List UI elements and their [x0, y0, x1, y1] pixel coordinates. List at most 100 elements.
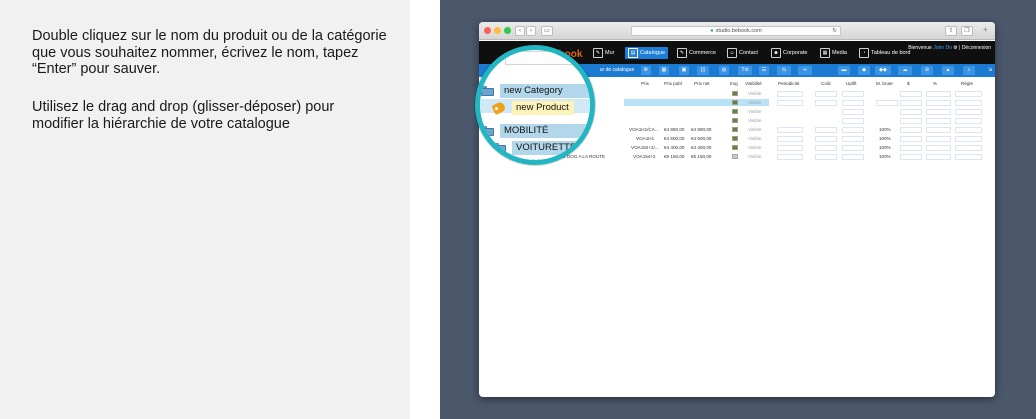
- text-tool-icon[interactable]: Txt: [738, 66, 752, 75]
- product-reference[interactable]: VOA1H1/CA...: [629, 127, 659, 132]
- uplift-field[interactable]: [842, 118, 864, 124]
- percent-field[interactable]: [926, 91, 951, 97]
- back-icon[interactable]: ‹: [515, 26, 525, 36]
- cost-field[interactable]: [815, 154, 837, 160]
- new-tab-icon[interactable]: +: [983, 25, 988, 34]
- tree-item-label[interactable]: MOBILITÉ: [500, 124, 590, 138]
- nav-catalogue[interactable]: ▤ Catalogue: [625, 47, 669, 59]
- product-reference[interactable]: VOA152+2/...: [631, 145, 659, 150]
- nav-commerce[interactable]: ✎ Commerce: [676, 47, 716, 59]
- gross-margin[interactable]: 100%: [879, 145, 891, 150]
- cost-field[interactable]: [815, 100, 837, 106]
- nav-media[interactable]: ▦ Media: [819, 47, 847, 59]
- uplift-field[interactable]: [842, 109, 864, 115]
- public-price[interactable]: €4 880,00: [664, 127, 684, 132]
- margin-field[interactable]: [876, 100, 898, 106]
- forward-icon[interactable]: ›: [526, 26, 536, 36]
- percent-field[interactable]: [926, 154, 951, 160]
- tree-item-product[interactable]: new Product: [491, 100, 590, 116]
- maximize-window-button[interactable]: [504, 27, 511, 34]
- close-window-button[interactable]: [484, 27, 491, 34]
- rule-field[interactable]: [955, 154, 982, 160]
- tree-item-category[interactable]: VOITURETTE: [483, 141, 590, 155]
- cost-field[interactable]: [815, 136, 837, 142]
- column-header[interactable]: Visibilité: [745, 81, 762, 86]
- periodicity-field[interactable]: [777, 91, 803, 97]
- visibility-value[interactable]: Visible: [748, 127, 761, 132]
- barcode-tool-icon[interactable]: |||: [697, 66, 709, 75]
- tabs-icon[interactable]: ❐: [961, 26, 973, 36]
- tree-item-label[interactable]: new Category: [500, 84, 590, 98]
- user-name-link[interactable]: John Do: [933, 45, 952, 51]
- periodicity-field[interactable]: [777, 154, 803, 160]
- visibility-value[interactable]: Visible: [748, 154, 761, 159]
- net-price[interactable]: €4 500,00: [691, 136, 711, 141]
- public-price[interactable]: €4 400,00: [664, 145, 684, 150]
- tree-item-label[interactable]: new Product: [512, 101, 574, 115]
- gross-margin[interactable]: 100%: [879, 127, 891, 132]
- visibility-value[interactable]: Visible: [748, 136, 761, 141]
- compare-tool-icon[interactable]: ⇆: [777, 66, 791, 75]
- rule-field[interactable]: [955, 136, 982, 142]
- delete-tool-icon[interactable]: ⊘: [921, 66, 933, 75]
- rule-field[interactable]: [955, 100, 982, 106]
- cloud-tool-icon[interactable]: ☁: [898, 66, 912, 75]
- tree-item-category[interactable]: MOBILITÉ: [481, 124, 590, 138]
- nav-contact[interactable]: ☺ Contact: [726, 47, 758, 59]
- periodicity-field[interactable]: [777, 145, 803, 151]
- rule-field[interactable]: [955, 109, 982, 115]
- settings-tool-icon[interactable]: ⚙: [641, 66, 651, 75]
- share-icon[interactable]: ⇧: [945, 26, 957, 36]
- net-price[interactable]: €4 880,00: [691, 127, 711, 132]
- net-price[interactable]: €5 150,00: [691, 154, 711, 159]
- gross-margin[interactable]: 100%: [879, 154, 891, 159]
- grid-tool-icon[interactable]: ▦: [659, 66, 669, 75]
- dollar-field[interactable]: [900, 118, 922, 124]
- tree-item-category[interactable]: new Category: [481, 84, 590, 98]
- percent-field[interactable]: [926, 109, 951, 115]
- tag-tool-icon[interactable]: ◆: [858, 66, 870, 75]
- expand-triangle-icon[interactable]: [483, 145, 489, 150]
- tree-search-input[interactable]: [505, 51, 585, 65]
- dollar-field[interactable]: [900, 154, 922, 160]
- uplift-field[interactable]: [842, 100, 864, 106]
- net-price[interactable]: €4 400,00: [691, 145, 711, 150]
- dollar-field[interactable]: [900, 136, 922, 142]
- sidebar-toggle-icon[interactable]: ▭: [541, 26, 553, 36]
- uplift-field[interactable]: [842, 145, 864, 151]
- column-header[interactable]: %: [933, 81, 937, 86]
- uplift-field[interactable]: [842, 91, 864, 97]
- public-price[interactable]: €5 150,00: [664, 154, 684, 159]
- export-tool-icon[interactable]: ⇲: [985, 66, 995, 75]
- dollar-field[interactable]: [900, 127, 922, 133]
- search-tool-icon[interactable]: ⌕: [963, 66, 975, 75]
- column-header[interactable]: Img: [730, 81, 738, 86]
- rule-field[interactable]: [955, 145, 982, 151]
- logout-link[interactable]: Déconnexion: [962, 45, 991, 51]
- percent-field[interactable]: [926, 118, 951, 124]
- dollar-field[interactable]: [900, 91, 922, 97]
- visibility-value[interactable]: Visible: [748, 91, 761, 96]
- tree-item-label[interactable]: VOITURETTE: [512, 141, 576, 155]
- catalog-dropdown[interactable]: ur de catalogue ▼: [597, 66, 637, 82]
- list-tool-icon[interactable]: ☰: [759, 66, 769, 75]
- periodicity-field[interactable]: [777, 136, 803, 142]
- rule-field[interactable]: [955, 127, 982, 133]
- product-reference[interactable]: VOA1H1: [636, 136, 654, 141]
- url-bar[interactable]: ● studio.bebook.com ↻: [631, 26, 841, 36]
- visibility-value[interactable]: Visible: [748, 100, 761, 105]
- gear-icon[interactable]: ⚙: [953, 45, 957, 51]
- uplift-field[interactable]: [842, 154, 864, 160]
- cost-field[interactable]: [815, 145, 837, 151]
- nav-corporate[interactable]: ☻ Corporate: [770, 47, 807, 59]
- column-header[interactable]: Periodicité: [778, 81, 799, 86]
- column-header[interactable]: $: [907, 81, 910, 86]
- percent-field[interactable]: [926, 136, 951, 142]
- column-header[interactable]: Uplift: [846, 81, 856, 86]
- gross-margin[interactable]: 100%: [879, 136, 891, 141]
- percent-field[interactable]: [926, 100, 951, 106]
- link-tool-icon[interactable]: ∞: [798, 66, 812, 75]
- visibility-value[interactable]: Visible: [748, 145, 761, 150]
- calendar-tool-icon[interactable]: ▣: [679, 66, 689, 75]
- dollar-field[interactable]: [900, 109, 922, 115]
